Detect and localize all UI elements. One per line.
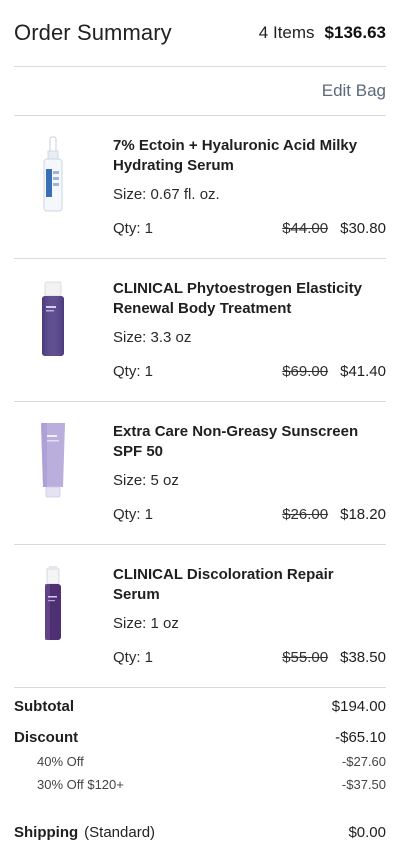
sale-price: $18.20 — [340, 506, 386, 523]
product-image-discoloration-serum — [14, 559, 92, 649]
shipping-value: $0.00 — [348, 824, 386, 841]
list-item: Extra Care Non-Greasy Sunscreen SPF 50 S… — [14, 402, 386, 545]
discount-line-label: 40% Off — [37, 754, 84, 769]
subtotal-value: $194.00 — [331, 698, 386, 715]
discount-label: Discount — [14, 729, 79, 746]
original-price: $55.00 — [282, 649, 329, 666]
product-size: Size: 1 oz — [113, 615, 179, 632]
product-image-sunscreen — [14, 416, 92, 506]
discount-line-value: -$37.50 — [341, 777, 386, 792]
discount-line: 30% Off $120+ -$37.50 — [14, 777, 386, 797]
edit-bag-link[interactable]: Edit Bag — [322, 81, 386, 101]
original-price: $26.00 — [282, 506, 329, 523]
sale-price: $41.40 — [340, 363, 386, 380]
product-qty: Qty: 1 — [113, 363, 154, 380]
original-price: $44.00 — [282, 220, 329, 237]
product-size: Size: 3.3 oz — [113, 329, 192, 346]
product-image-body-treatment — [14, 273, 92, 363]
product-image-ectoin-serum — [14, 130, 92, 220]
order-total: $136.63 — [324, 23, 386, 42]
product-prices: $26.00 $18.20 — [282, 506, 386, 523]
discount-line: 40% Off -$27.60 — [14, 754, 386, 774]
page-title: Order Summary — [14, 20, 172, 45]
edit-bag-row: Edit Bag — [14, 67, 386, 116]
item-list: 7% Ectoin + Hyaluronic Acid Milky Hydrat… — [14, 116, 386, 688]
discount-value: -$65.10 — [335, 729, 386, 746]
product-name[interactable]: CLINICAL Discoloration Repair Serum — [113, 565, 380, 605]
shipping-type: (Standard) — [84, 824, 156, 841]
product-prices: $55.00 $38.50 — [282, 649, 386, 666]
product-qty: Qty: 1 — [113, 649, 154, 666]
item-count: 4 Items — [258, 23, 315, 42]
list-item: CLINICAL Phytoestrogen Elasticity Renewa… — [14, 259, 386, 402]
product-prices: $69.00 $41.40 — [282, 363, 386, 380]
order-totals: Subtotal $194.00 Discount -$65.10 40% Of… — [14, 698, 386, 846]
product-qty: Qty: 1 — [113, 220, 154, 237]
order-summary-header: Order Summary 4 Items $136.63 — [14, 0, 386, 67]
list-item: CLINICAL Discoloration Repair Serum Size… — [14, 545, 386, 688]
product-size: Size: 0.67 fl. oz. — [113, 186, 220, 203]
product-size: Size: 5 oz — [113, 472, 179, 489]
list-item: 7% Ectoin + Hyaluronic Acid Milky Hydrat… — [14, 116, 386, 259]
product-name[interactable]: 7% Ectoin + Hyaluronic Acid Milky Hydrat… — [113, 136, 380, 176]
product-prices: $44.00 $30.80 — [282, 220, 386, 237]
product-name[interactable]: Extra Care Non-Greasy Sunscreen SPF 50 — [113, 422, 380, 462]
product-qty: Qty: 1 — [113, 506, 154, 523]
discount-line-value: -$27.60 — [341, 754, 386, 769]
subtotal-label: Subtotal — [14, 698, 74, 715]
shipping-row: Shipping (Standard) $0.00 — [14, 824, 386, 846]
subtotal-row: Subtotal $194.00 — [14, 698, 386, 720]
sale-price: $38.50 — [340, 649, 386, 666]
discount-line-label: 30% Off $120+ — [37, 777, 124, 792]
original-price: $69.00 — [282, 363, 329, 380]
header-summary: 4 Items $136.63 — [259, 23, 386, 43]
sale-price: $30.80 — [340, 220, 386, 237]
discount-row: Discount -$65.10 — [14, 729, 386, 751]
product-name[interactable]: CLINICAL Phytoestrogen Elasticity Renewa… — [113, 279, 380, 319]
shipping-label: Shipping — [14, 824, 79, 841]
